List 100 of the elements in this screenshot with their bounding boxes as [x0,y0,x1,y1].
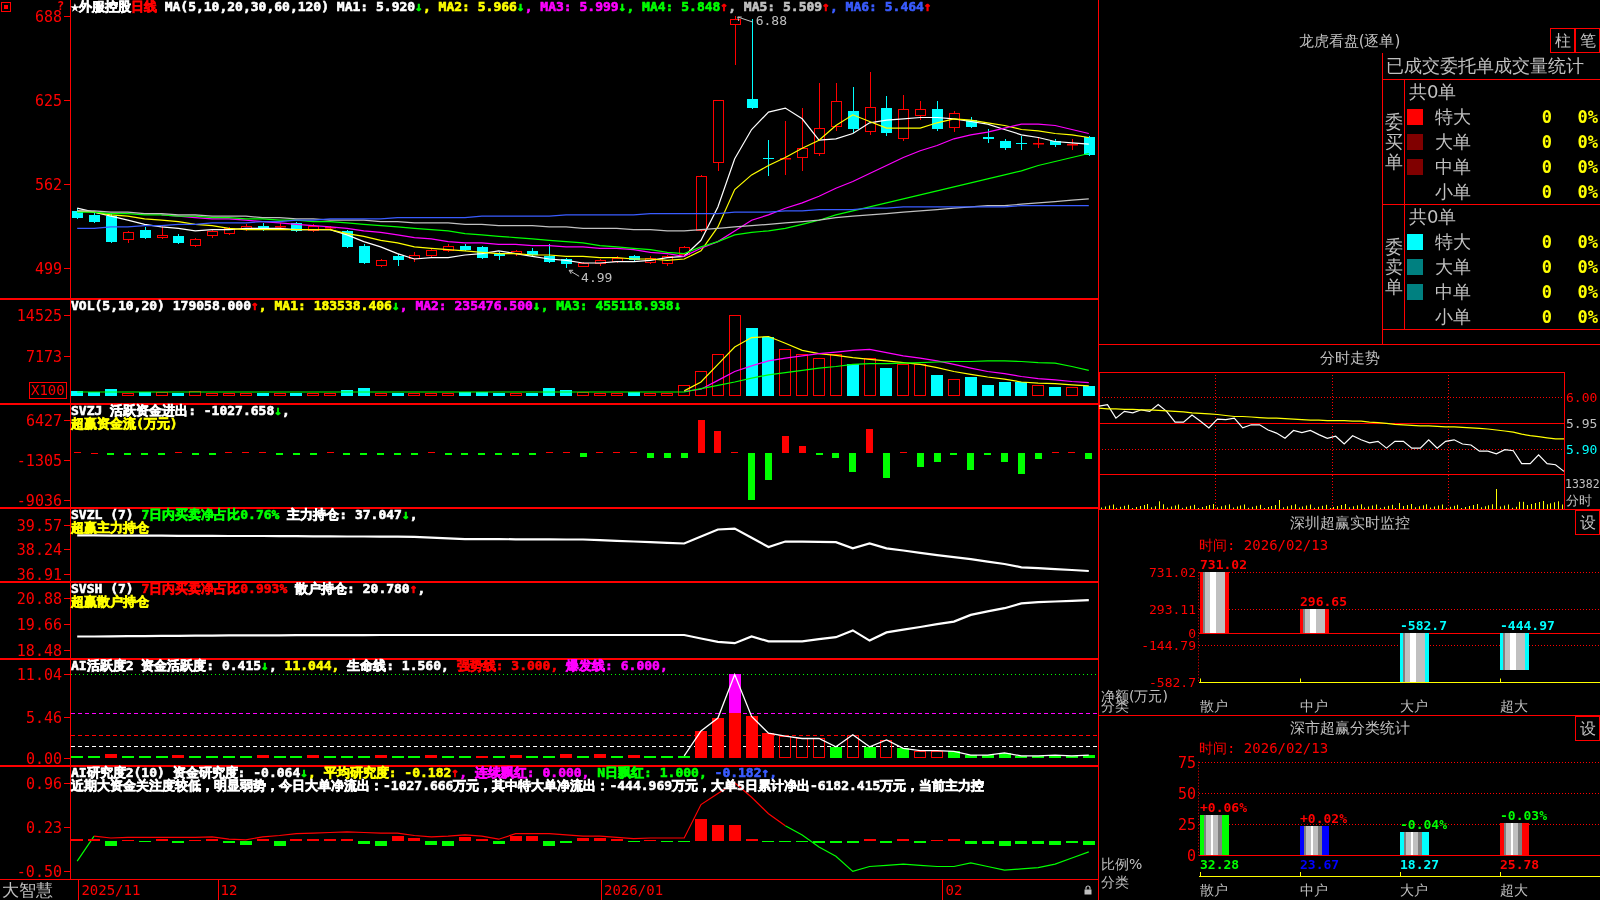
panel-button[interactable]: 笔 [1575,28,1600,53]
candle [342,229,353,249]
candle [1000,138,1011,151]
change-label: -0.04% [1400,817,1447,832]
value-label: -582.7 [1400,618,1447,633]
indicator-legend: 超赢主力持仓 [71,521,149,534]
candle [696,174,707,233]
row-label: 大单 [1435,130,1472,154]
candle [983,128,994,144]
square-icon[interactable] [1,2,11,12]
change-label: -0.03% [1500,808,1547,823]
candle [898,94,909,142]
candle [915,100,926,121]
candle [393,253,404,267]
row-label: 中单 [1435,279,1472,304]
order-count: 0 [1540,156,1552,177]
order-count: 0 [1540,232,1552,253]
axis-label: 7173 [25,347,62,366]
axis-label: 0.00 [25,749,62,766]
lock-icon[interactable] [1084,885,1092,895]
candle [190,237,201,248]
candle [409,251,420,263]
category-label: 大户 [1400,882,1428,898]
candle [679,245,690,257]
axis-label: -0.50 [16,862,62,881]
candle [511,249,522,257]
candle [578,261,589,268]
candle [494,251,505,261]
price-label: 4.99 [581,270,613,286]
candle [477,245,488,260]
candle [173,233,184,245]
axis-label: -582.7 [1149,675,1196,690]
indicator-legend: SVZJ 活跃资金进出: -1027.658↓, [71,404,290,417]
axis-label: 731.02 [1149,565,1196,580]
panel-title: 深市超赢分类统计 [1288,718,1411,739]
panel-button[interactable]: 柱 [1550,28,1575,53]
order-share: 0% [1576,281,1599,302]
axis-label: 25 [1177,815,1196,834]
candle [730,15,741,66]
candle [123,230,134,244]
axis-label: 11.04 [16,665,62,684]
order-count: 0 [1540,257,1552,277]
order-share: 0% [1576,306,1599,327]
axis-label: 50 [1177,784,1196,803]
order-count: 0 [1540,181,1552,202]
indicator-legend: 超赢资金流(万元) [71,417,178,430]
candle [426,247,437,259]
candle [325,225,336,231]
row-label: 大单 [1435,255,1472,279]
settings-button[interactable]: 设 [1575,716,1600,741]
candle [949,110,960,133]
candle [848,86,859,134]
candle [763,139,774,177]
indicator-legend: AI活跃度2 资金活跃度: 0.415↓, 11.044, 生命线: 1.560, 强势线: 3.000, 爆发线: 6.000, [71,659,668,672]
axis-label: 5.95 [1566,416,1598,431]
arrow-icon [568,269,580,277]
candle [865,71,876,136]
order-share: 0% [1576,257,1599,277]
axis-label: 36.91 [16,565,62,582]
price-label: 6.88 [755,13,787,28]
candle [224,226,235,236]
axis-label: 18.48 [16,641,62,659]
unit-label: X100 [29,382,67,399]
candle [460,243,471,252]
date-label: 12 [220,882,238,898]
category-label: 大户 [1400,698,1428,714]
category-label: 超大 [1500,698,1528,714]
candle [612,255,623,264]
timestamp-label: 时间: 2026/02/13 [1199,537,1329,553]
panel-title: 深圳超赢实时监控 [1288,513,1411,534]
axis-label: 0.23 [25,818,62,837]
value-label: 23.67 [1300,857,1340,872]
candle [359,243,370,265]
axis-label: 39.57 [16,516,62,535]
date-label: 02 [945,882,963,898]
candle [966,116,977,129]
candle [258,222,269,232]
table-title: 已成交委托单成交量统计 [1383,53,1600,80]
row-label: 特大 [1435,105,1472,130]
candle [241,223,252,232]
candle [932,100,943,132]
date-label: 2026/01 [604,882,664,898]
axis-label: -1305 [16,451,62,470]
order-share: 0% [1576,181,1599,202]
candle [1067,138,1078,151]
axis-label: 20.88 [16,589,62,608]
volume-unit-label: 分时 [1566,493,1592,508]
candle [140,226,151,240]
order-share: 0% [1576,156,1599,177]
axis-label: 562 [34,175,62,194]
candle [561,257,572,269]
axis-label: 6.00 [1566,390,1598,405]
candle [595,258,606,267]
settings-button[interactable]: 设 [1575,510,1600,535]
candle [443,243,454,253]
axis-label: 5.46 [25,708,62,727]
value-label: 18.27 [1400,857,1440,872]
panel-title: 龙虎看盘(逐单) [1297,31,1402,52]
indicator-legend: ★外服控股日线 MA(5,10,20,30,60,120) MA1: 5.920↓, MA2: 5.966↓, MA3: 5.999↓, MA4: 5.848↑, MA5: 5.509↑, MA6: 5.464↑ [71,0,932,13]
candle [1084,135,1095,157]
